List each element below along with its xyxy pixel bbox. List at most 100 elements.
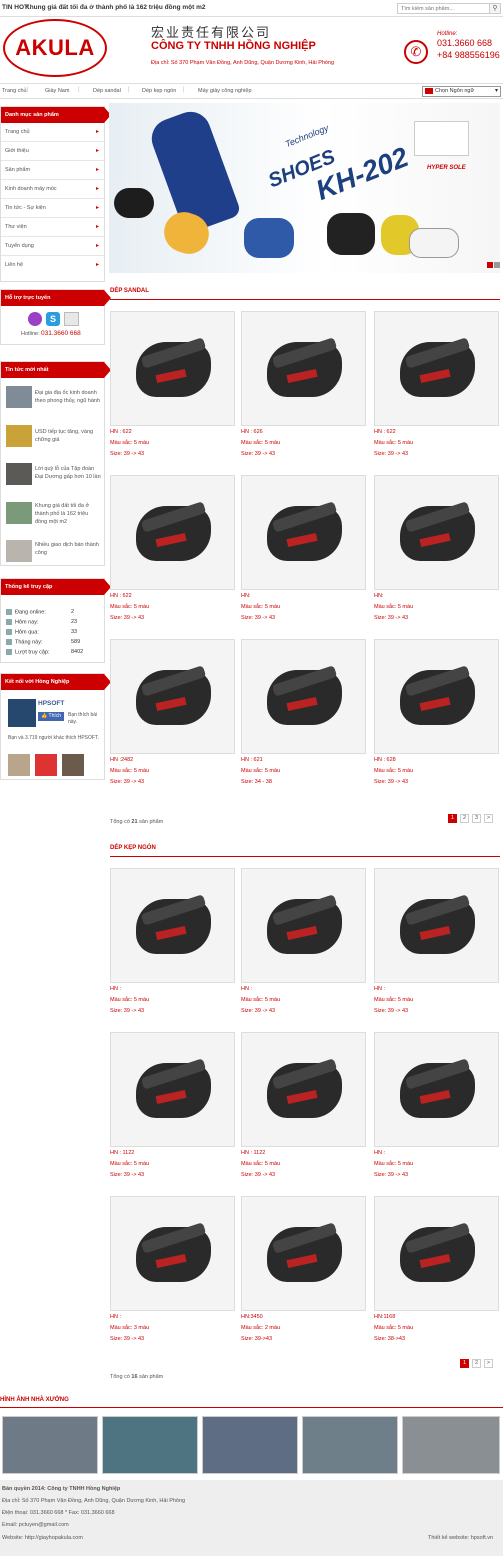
product-image[interactable] bbox=[374, 639, 499, 754]
product-image[interactable] bbox=[241, 868, 366, 983]
product-image[interactable] bbox=[110, 1032, 235, 1147]
product-code[interactable]: HN : 628 bbox=[374, 755, 413, 766]
product-image[interactable] bbox=[374, 311, 499, 426]
product-code[interactable]: HN : bbox=[374, 984, 413, 995]
page-next-button[interactable]: > bbox=[484, 1359, 493, 1368]
product-image[interactable] bbox=[110, 475, 235, 590]
footer-email[interactable]: Email: pctuyen@gmail.com bbox=[2, 1522, 69, 1528]
nav-item-may-giay[interactable]: Máy giày công nghiệp bbox=[198, 88, 252, 94]
sidebar-item-news[interactable]: Tin tức - Sự kiện ▸ bbox=[1, 199, 104, 218]
product-code[interactable]: HN : 622 bbox=[110, 427, 149, 438]
product-code[interactable]: HN:3450 bbox=[241, 1312, 280, 1323]
page-button[interactable]: 1 bbox=[460, 1359, 469, 1368]
chevron-right-icon: ▸ bbox=[95, 205, 99, 211]
product-image[interactable] bbox=[110, 868, 235, 983]
sidebar-item-recruitment[interactable]: Tuyển dụng ▸ bbox=[1, 237, 104, 256]
logo[interactable]: AKULA bbox=[3, 19, 107, 77]
product-code[interactable]: HN: bbox=[374, 591, 413, 602]
friend-avatar[interactable] bbox=[35, 754, 57, 776]
factory-photo[interactable] bbox=[2, 1416, 98, 1474]
news-link[interactable]: Lời quỳ lỗ của Tập đoàn Đại Dương gấp hơ… bbox=[35, 465, 101, 481]
sidebar-item-home[interactable]: Trang chủ ▸ bbox=[1, 123, 104, 142]
kep-total: Tổng có 16 sản phẩm bbox=[110, 1374, 164, 1380]
chevron-right-icon: ▸ bbox=[95, 243, 99, 249]
product-code[interactable]: HN : 622 bbox=[374, 427, 413, 438]
product-code[interactable]: HN : bbox=[241, 984, 280, 995]
product-code[interactable]: HN : bbox=[110, 984, 149, 995]
page-button[interactable]: 2 bbox=[472, 1359, 481, 1368]
friend-avatar[interactable] bbox=[62, 754, 84, 776]
product-image[interactable] bbox=[241, 1196, 366, 1311]
fb-page-name[interactable]: HPSOFT bbox=[38, 700, 64, 707]
search-input[interactable] bbox=[397, 3, 490, 14]
banner-dot-active[interactable] bbox=[487, 262, 493, 268]
product-code[interactable]: HN : 621 bbox=[241, 755, 280, 766]
factory-photo[interactable] bbox=[102, 1416, 198, 1474]
product-image[interactable] bbox=[241, 639, 366, 754]
news-link[interactable]: Khung giá đất tối đa ở thành phố là 162 … bbox=[35, 502, 101, 526]
news-thumbnail[interactable] bbox=[6, 463, 32, 485]
product-image[interactable] bbox=[374, 475, 499, 590]
page-button[interactable]: 2 bbox=[460, 814, 469, 823]
news-link[interactable]: USD tiếp tục tăng, vàng chững giá bbox=[35, 428, 101, 444]
product-code[interactable]: HN : 1122 bbox=[110, 1148, 149, 1159]
hot-news-link[interactable]: Khung giá đất tối đa ở thành phố là 162 … bbox=[25, 4, 206, 11]
product-code[interactable]: HN : 622 bbox=[110, 591, 149, 602]
page-button[interactable]: 1 bbox=[448, 814, 457, 823]
product-image[interactable] bbox=[241, 1032, 366, 1147]
news-link[interactable]: Nhiều giao dịch bán thành công bbox=[35, 541, 101, 557]
page-avatar[interactable] bbox=[8, 699, 36, 727]
factory-photo[interactable] bbox=[302, 1416, 398, 1474]
product-code[interactable]: HN : 626 bbox=[241, 427, 280, 438]
sidebar-item-contact[interactable]: Liên hệ ▸ bbox=[1, 256, 104, 275]
company-name: CÔNG TY TNHH HỒNG NGHIỆP bbox=[151, 40, 316, 52]
language-select-label: Chọn Ngôn ngữ bbox=[435, 88, 475, 94]
product-code[interactable]: HN : bbox=[110, 1312, 149, 1323]
product-image[interactable] bbox=[241, 475, 366, 590]
product-image[interactable] bbox=[110, 1196, 235, 1311]
skype-icon[interactable]: S bbox=[46, 312, 60, 326]
banner-dot[interactable] bbox=[494, 262, 500, 268]
footer-credit[interactable]: Thiết kế website: hpsoft.vn bbox=[428, 1535, 493, 1541]
chevron-right-icon: ▸ bbox=[95, 129, 99, 135]
product-code[interactable]: HN:1168 bbox=[374, 1312, 413, 1323]
product-image[interactable] bbox=[374, 1032, 499, 1147]
sidebar-item-products[interactable]: Sản phẩm ▸ bbox=[1, 161, 104, 180]
search-icon[interactable]: ⚲ bbox=[490, 3, 501, 14]
product-code[interactable]: HN : 1122 bbox=[241, 1148, 280, 1159]
product-image[interactable] bbox=[374, 1196, 499, 1311]
product-code[interactable]: HN :2482 bbox=[110, 755, 149, 766]
hero-banner[interactable]: Technology SHOES KH-202 HYPER SOLE bbox=[109, 103, 500, 273]
fb-like-button[interactable]: 👍 Thích bbox=[38, 712, 65, 721]
product-size: Size: 34 - 38 bbox=[241, 779, 272, 785]
footer-website[interactable]: Website: http://giayhopakula.com bbox=[2, 1535, 83, 1541]
sidebar-item-library[interactable]: Thư viện ▸ bbox=[1, 218, 104, 237]
sidebar-item-machinery[interactable]: Kinh doanh máy móc ▸ bbox=[1, 180, 104, 199]
page-button[interactable]: 3 bbox=[472, 814, 481, 823]
language-select[interactable]: Chọn Ngôn ngữ ▾ bbox=[422, 86, 501, 97]
friend-avatar[interactable] bbox=[8, 754, 30, 776]
product-image[interactable] bbox=[110, 311, 235, 426]
product-image[interactable] bbox=[241, 311, 366, 426]
news-link[interactable]: Đại gia địa ốc kinh doanh theo phong thủ… bbox=[35, 389, 101, 405]
yahoo-icon[interactable] bbox=[28, 312, 42, 326]
sidebar-item-about[interactable]: Giới thiệu ▸ bbox=[1, 142, 104, 161]
nav-item-home[interactable]: Trang chủ bbox=[2, 88, 27, 94]
product-image[interactable] bbox=[374, 868, 499, 983]
page-next-button[interactable]: > bbox=[484, 814, 493, 823]
latest-news-title: Tin tức mới nhất bbox=[1, 362, 111, 378]
factory-photo[interactable] bbox=[202, 1416, 298, 1474]
factory-photo[interactable] bbox=[402, 1416, 500, 1474]
news-thumbnail[interactable] bbox=[6, 386, 32, 408]
product-code[interactable]: HN: bbox=[241, 591, 280, 602]
news-thumbnail[interactable] bbox=[6, 502, 32, 524]
nav-item-dep-kep-ngon[interactable]: Dép kẹp ngón bbox=[142, 88, 176, 94]
nav-item-dep-sandal[interactable]: Dép sandal bbox=[93, 88, 121, 94]
news-thumbnail[interactable] bbox=[6, 540, 32, 562]
nav-item-giay-nam[interactable]: Giày Nam bbox=[45, 88, 69, 94]
email-icon[interactable] bbox=[64, 312, 79, 326]
sidebar-item-label: Tin tức - Sự kiện bbox=[5, 205, 46, 211]
product-code[interactable]: HN : bbox=[374, 1148, 413, 1159]
product-image[interactable] bbox=[110, 639, 235, 754]
news-thumbnail[interactable] bbox=[6, 425, 32, 447]
